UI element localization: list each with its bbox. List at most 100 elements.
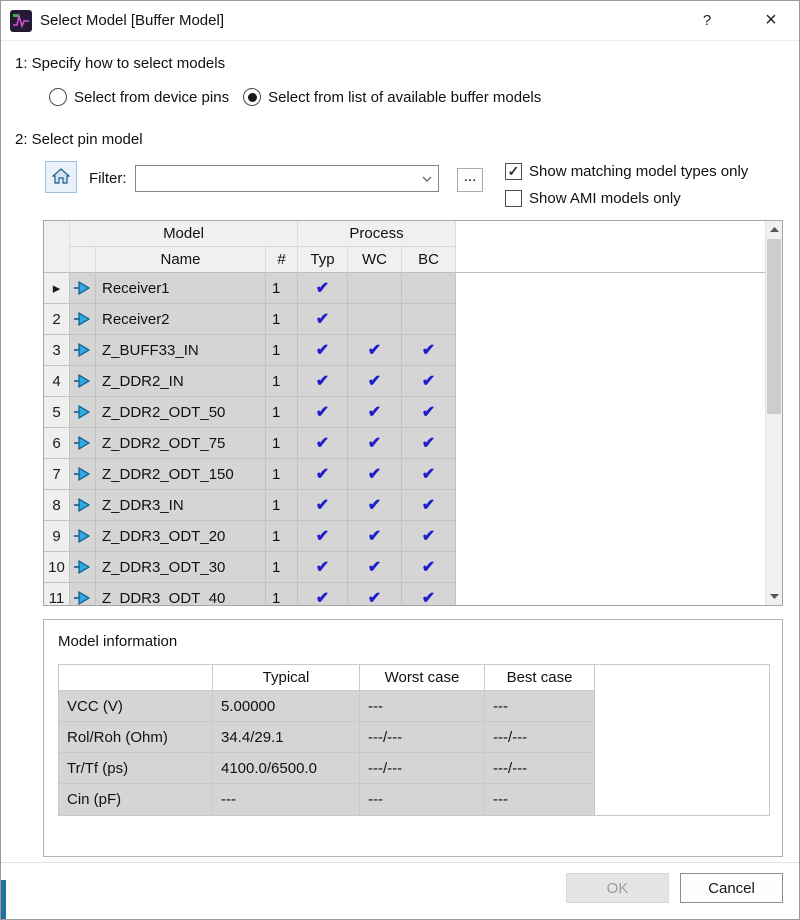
bc-check-cell: ✔ bbox=[402, 459, 456, 490]
info-row-label: VCC (V) bbox=[59, 691, 213, 722]
info-best-value: ---/--- bbox=[485, 722, 595, 753]
buffer-icon bbox=[70, 583, 96, 605]
filter-label: Filter: bbox=[89, 170, 127, 187]
model-information-title: Model information bbox=[58, 633, 177, 650]
model-count-cell: 1 bbox=[266, 552, 298, 583]
model-count-cell: 1 bbox=[266, 397, 298, 428]
info-table-header: Typical Worst case Best case bbox=[59, 665, 769, 691]
select-model-dialog: Select Model [Buffer Model] ? × 1: Speci… bbox=[0, 0, 800, 920]
table-row[interactable]: 4 Z_DDR2_IN 1 ✔ ✔ ✔ bbox=[44, 366, 765, 397]
model-name-cell: Z_DDR3_ODT_40 bbox=[96, 583, 266, 605]
radio-label: Select from list of available buffer mod… bbox=[268, 89, 541, 106]
buffer-icon bbox=[70, 304, 96, 335]
typ-check-cell: ✔ bbox=[298, 490, 348, 521]
wc-check-cell: ✔ bbox=[348, 397, 402, 428]
table-row[interactable]: 11 Z_DDR3_ODT_40 1 ✔ ✔ ✔ bbox=[44, 583, 765, 605]
info-worst-value: --- bbox=[360, 691, 485, 722]
checkbox-show-matching-model-types[interactable]: ✓ Show matching model types only bbox=[505, 163, 748, 180]
scrollbar-thumb[interactable] bbox=[767, 239, 781, 414]
wc-check-cell: ✔ bbox=[348, 335, 402, 366]
row-header: 8 bbox=[44, 490, 70, 521]
info-header-blank bbox=[59, 665, 213, 691]
table-row[interactable]: 8 Z_DDR3_IN 1 ✔ ✔ ✔ bbox=[44, 490, 765, 521]
table-row[interactable]: ▸ Receiver1 1 ✔ bbox=[44, 273, 765, 304]
checkbox-checked-icon: ✓ bbox=[505, 163, 522, 180]
typ-check-cell: ✔ bbox=[298, 459, 348, 490]
window-edge-artifact bbox=[1, 880, 6, 920]
row-header: 3 bbox=[44, 335, 70, 366]
wc-check-cell: ✔ bbox=[348, 490, 402, 521]
buffer-icon bbox=[70, 521, 96, 552]
info-best-value: ---/--- bbox=[485, 753, 595, 784]
model-count-cell: 1 bbox=[266, 428, 298, 459]
row-header: 11 bbox=[44, 583, 70, 605]
info-worst-value: ---/--- bbox=[360, 722, 485, 753]
vertical-scrollbar[interactable] bbox=[765, 221, 782, 605]
table-row[interactable]: 3 Z_BUFF33_IN 1 ✔ ✔ ✔ bbox=[44, 335, 765, 366]
info-row-label: Rol/Roh (Ohm) bbox=[59, 722, 213, 753]
model-name-cell: Z_DDR2_ODT_50 bbox=[96, 397, 266, 428]
model-name-cell: Z_DDR3_ODT_20 bbox=[96, 521, 266, 552]
info-table-row: Rol/Roh (Ohm) 34.4/29.1 ---/--- ---/--- bbox=[59, 722, 769, 753]
info-row-label: Cin (pF) bbox=[59, 784, 213, 815]
close-button[interactable]: × bbox=[749, 1, 793, 41]
scroll-down-icon[interactable] bbox=[766, 588, 782, 605]
table-row[interactable]: 2 Receiver2 1 ✔ bbox=[44, 304, 765, 335]
filter-combobox[interactable] bbox=[135, 165, 439, 192]
radio-select-from-buffer-models[interactable]: Select from list of available buffer mod… bbox=[243, 88, 541, 106]
model-count-cell: 1 bbox=[266, 335, 298, 366]
bc-check-cell: ✔ bbox=[402, 490, 456, 521]
buffer-icon bbox=[70, 273, 96, 304]
typ-check-cell: ✔ bbox=[298, 583, 348, 605]
radio-selected-icon bbox=[243, 88, 261, 106]
model-name-cell: Z_DDR2_ODT_150 bbox=[96, 459, 266, 490]
column-header-name: Name bbox=[96, 247, 266, 273]
model-table-group-header: Model Process bbox=[44, 221, 765, 247]
table-row[interactable]: 10 Z_DDR3_ODT_30 1 ✔ ✔ ✔ bbox=[44, 552, 765, 583]
typ-check-cell: ✔ bbox=[298, 397, 348, 428]
checkbox-show-ami-models[interactable]: Show AMI models only bbox=[505, 190, 681, 207]
bc-check-cell: ✔ bbox=[402, 397, 456, 428]
info-worst-value: --- bbox=[360, 784, 485, 815]
wc-check-cell: ✔ bbox=[348, 583, 402, 605]
table-row[interactable]: 9 Z_DDR3_ODT_20 1 ✔ ✔ ✔ bbox=[44, 521, 765, 552]
column-header-bc: BC bbox=[402, 247, 456, 273]
model-table: Model Process Name # Typ WC BC ▸ Re bbox=[43, 220, 783, 606]
scroll-up-icon[interactable] bbox=[766, 221, 782, 238]
title-bar: Select Model [Buffer Model] ? × bbox=[1, 1, 799, 41]
group-header-process: Process bbox=[298, 221, 456, 247]
ok-button[interactable]: OK bbox=[566, 873, 669, 903]
radio-label: Select from device pins bbox=[74, 89, 229, 106]
row-header: 2 bbox=[44, 304, 70, 335]
radio-select-from-device-pins[interactable]: Select from device pins bbox=[49, 88, 229, 106]
checkbox-label: Show AMI models only bbox=[529, 190, 681, 207]
info-table-rows: VCC (V) 5.00000 --- --- Rol/Roh (Ohm) 34… bbox=[59, 691, 769, 815]
browse-button[interactable]: ... bbox=[457, 168, 483, 192]
info-worst-value: ---/--- bbox=[360, 753, 485, 784]
column-header-typ: Typ bbox=[298, 247, 348, 273]
row-header: 9 bbox=[44, 521, 70, 552]
cancel-button[interactable]: Cancel bbox=[680, 873, 783, 903]
home-button[interactable] bbox=[45, 161, 77, 193]
checkbox-label: Show matching model types only bbox=[529, 163, 748, 180]
info-typical-value: 5.00000 bbox=[213, 691, 360, 722]
wc-check-cell: ✔ bbox=[348, 366, 402, 397]
row-header: ▸ bbox=[44, 273, 70, 304]
table-row[interactable]: 5 Z_DDR2_ODT_50 1 ✔ ✔ ✔ bbox=[44, 397, 765, 428]
step1-label: 1: Specify how to select models bbox=[15, 55, 225, 72]
table-row[interactable]: 7 Z_DDR2_ODT_150 1 ✔ ✔ ✔ bbox=[44, 459, 765, 490]
filter-input[interactable] bbox=[136, 170, 416, 187]
bc-check-cell: ✔ bbox=[402, 552, 456, 583]
row-header: 6 bbox=[44, 428, 70, 459]
home-icon bbox=[52, 168, 70, 187]
bc-check-cell: ✔ bbox=[402, 521, 456, 552]
checkbox-unchecked-icon bbox=[505, 190, 522, 207]
typ-check-cell: ✔ bbox=[298, 366, 348, 397]
bc-check-cell: ✔ bbox=[402, 583, 456, 605]
table-row[interactable]: 6 Z_DDR2_ODT_75 1 ✔ ✔ ✔ bbox=[44, 428, 765, 459]
bc-check-cell: ✔ bbox=[402, 366, 456, 397]
help-button[interactable]: ? bbox=[685, 1, 729, 41]
typ-check-cell: ✔ bbox=[298, 273, 348, 304]
model-name-cell: Z_DDR3_IN bbox=[96, 490, 266, 521]
bc-check-cell bbox=[402, 304, 456, 335]
